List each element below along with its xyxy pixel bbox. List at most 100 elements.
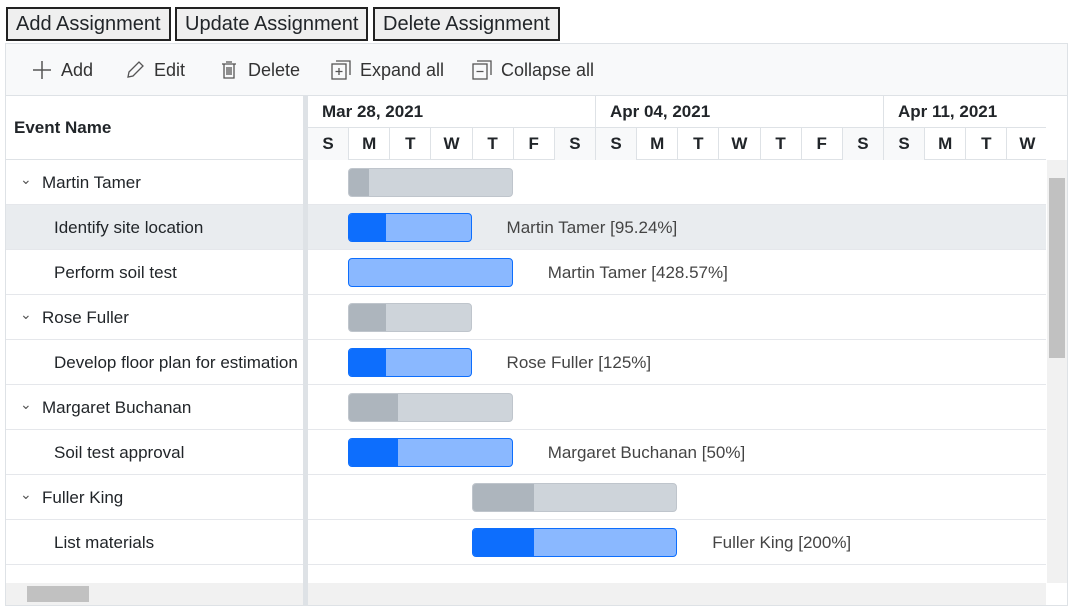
chart-row [308,475,1046,520]
task-name: Soil test approval [54,443,185,462]
chevron-down-icon[interactable]: ⌄ [20,396,32,413]
progress-fill [349,439,398,466]
progress-fill [349,304,386,331]
chart-horizontal-scrollbar[interactable] [308,583,1046,605]
task-row[interactable]: ⌄ Margaret Buchanan [6,385,303,430]
progress-fill [472,484,534,511]
task-name: Identify site location [54,218,204,237]
chart-row: Fuller King [200%] [308,520,1046,565]
progress-fill [472,529,534,556]
task-name: Margaret Buchanan [42,398,192,417]
task-bar[interactable] [348,348,472,377]
day-header: M [925,127,967,160]
task-grid: Event Name ⌄ Martin Tamer Identify site lo… [6,95,303,605]
task-label: Martin Tamer [95.24%] [506,218,678,237]
gantt-chart: Add Edit Delete Expand all Collapse all … [5,43,1068,606]
chart-row: Rose Fuller [125%] [308,340,1046,385]
task-name: Perform soil test [54,263,177,282]
chart-row: Margaret Buchanan [50%] [308,430,1046,475]
day-header: S [308,127,350,160]
chevron-down-icon[interactable]: ⌄ [20,486,32,503]
task-label: Rose Fuller [125%] [506,353,652,372]
task-name: Develop floor plan for estimation [54,353,298,372]
chevron-down-icon[interactable]: ⌄ [20,306,32,323]
edit-label: Edit [154,59,186,80]
chart-pane: Mar 28, 2021 S M T W T F S Apr 04, 2021 S M T W T F S Ap… [308,95,1046,605]
day-header: F [513,127,555,160]
day-header: T [678,127,720,160]
chart-row [308,385,1046,430]
progress-fill [349,349,386,376]
summary-bar[interactable] [471,483,678,512]
day-header: F [801,127,843,160]
chart-row: Martin Tamer [95.24%] [308,205,1046,250]
day-header: W [431,127,473,160]
task-row[interactable]: Perform soil test [6,250,303,295]
delete-label: Delete [248,59,301,80]
progress-fill [349,394,398,421]
task-row[interactable]: ⌄ Rose Fuller [6,295,303,340]
day-header: T [760,127,802,160]
toolbar-delete[interactable]: Delete [218,59,300,81]
day-header: T [966,127,1008,160]
toolbar-add[interactable]: Add [31,59,93,81]
task-row[interactable]: ⌄ Fuller King [6,475,303,520]
task-name: Martin Tamer [42,173,141,192]
plus-icon [33,61,51,79]
task-row[interactable]: Identify site location [6,205,303,250]
chevron-down-icon[interactable]: ⌄ [20,171,32,188]
week-header: Apr 04, 2021 [596,95,884,127]
update-assignment-button[interactable]: Update Assignment [175,7,369,41]
day-header: W [1007,127,1046,160]
toolbar-collapse-all[interactable]: Collapse all [471,59,594,81]
summary-bar[interactable] [348,168,513,197]
task-row[interactable]: Soil test approval [6,430,303,475]
expand-all-label: Expand all [360,59,445,80]
summary-bar[interactable] [348,393,513,422]
pencil-icon [127,61,144,78]
collapse-all-label: Collapse all [501,59,595,80]
task-bar[interactable] [348,258,513,287]
chart-row: Martin Tamer [428.57%] [308,250,1046,295]
chart-row [308,160,1046,205]
grid-horizontal-scrollbar[interactable] [6,583,303,605]
progress-fill [349,169,369,196]
day-header: M [349,127,391,160]
add-assignment-button[interactable]: Add Assignment [6,7,171,41]
week-header: Apr 11, 2021 [884,95,1046,127]
day-header: W [719,127,761,160]
delete-assignment-button[interactable]: Delete Assignment [373,7,560,41]
task-name: Rose Fuller [42,308,129,327]
expand-icon [331,60,351,80]
toolbar-edit[interactable]: Edit [124,59,185,81]
task-label: Martin Tamer [428.57%] [547,263,728,282]
timeline-header: Mar 28, 2021 S M T W T F S Apr 04, 2021 S M T W T F S Ap… [308,95,1046,160]
task-row[interactable]: List materials [6,520,303,565]
day-header: S [842,127,884,160]
day-header: M [637,127,679,160]
task-bar[interactable] [471,528,678,557]
task-name: Fuller King [42,488,124,507]
day-header: S [883,127,926,160]
day-header: T [390,127,432,160]
toolbar-expand-all[interactable]: Expand all [330,59,444,81]
task-label: Fuller King [200%] [712,533,852,552]
day-header: T [472,127,514,160]
task-name: List materials [54,533,155,552]
collapse-icon [472,60,492,80]
task-bar[interactable] [348,438,513,467]
task-row[interactable]: Develop floor plan for estimation [6,340,303,385]
day-header: S [595,127,638,160]
task-row[interactable]: ⌄ Martin Tamer [6,160,303,205]
add-label: Add [61,59,94,80]
vertical-scrollbar[interactable] [1047,160,1067,583]
summary-bar[interactable] [348,303,472,332]
task-bar[interactable] [348,213,472,242]
chart-row [308,295,1046,340]
progress-fill [349,214,386,241]
day-header: S [554,127,596,160]
trash-icon [222,61,236,79]
week-header: Mar 28, 2021 [308,95,596,127]
column-header-event-name[interactable]: Event Name [14,118,111,138]
task-label: Margaret Buchanan [50%] [547,443,746,462]
